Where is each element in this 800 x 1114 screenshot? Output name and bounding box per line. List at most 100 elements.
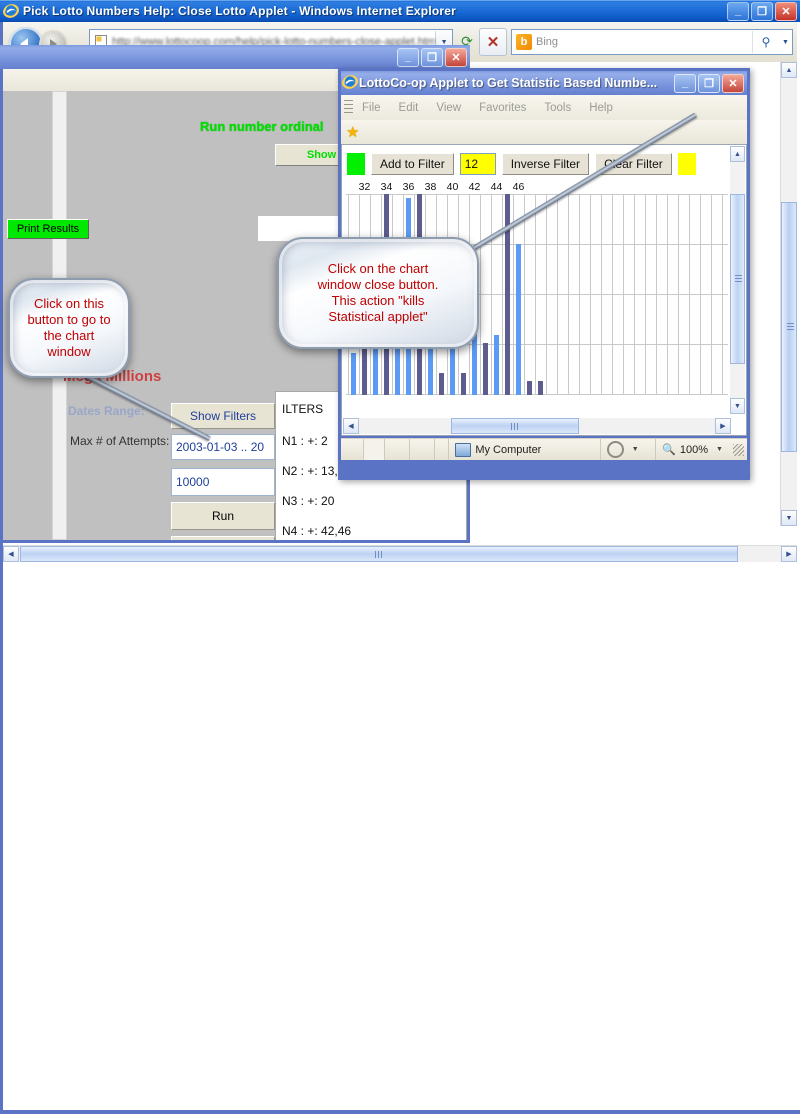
security-zone-indicator[interactable]: My Computer [449,439,601,460]
chart-window-controls: _ ❐ ✕ [674,73,747,93]
axis-tick-label: 42 [468,181,481,193]
list-item: N4 : +: 42,46 [282,524,352,538]
search-provider-chevron-icon[interactable]: ▼ [779,31,792,53]
to-chart-window-button[interactable]: To Chart Window [171,536,275,540]
security-zone-label: My Computer [475,443,542,456]
scroll-right-icon[interactable]: ▶ [781,546,797,562]
search-icon[interactable]: ⚲ [752,31,779,53]
chart-window-title: LottoCo-op Applet to Get Statistic Based… [359,76,658,90]
status-cell [364,439,386,460]
resize-grip-icon[interactable] [732,443,745,456]
protected-mode-indicator[interactable]: ▼ [601,439,657,460]
minimize-button[interactable]: _ [674,73,696,93]
vertical-scroll-thumb[interactable] [730,194,745,364]
chart-bar[interactable] [461,373,466,395]
restore-button[interactable]: ❐ [751,1,773,21]
lock-icon [606,441,624,458]
menu-item-help[interactable]: Help [580,102,622,114]
grid-line-horizontal [346,194,728,195]
dates-range-label: Dates Range: [68,404,145,418]
list-item: N3 : +: 20 [282,494,335,508]
axis-tick-label: 34 [380,181,393,193]
scroll-down-icon[interactable]: ▼ [730,398,745,414]
chart-bar[interactable] [439,373,444,395]
page-horizontal-scrollbar[interactable]: ◀ ▶ [3,545,797,562]
add-to-filter-button[interactable]: Add to Filter [371,153,454,175]
status-cell [410,439,436,460]
menu-item-edit[interactable]: Edit [390,102,428,114]
yellow-color-swatch[interactable] [677,153,696,175]
close-button[interactable]: ✕ [445,47,467,67]
close-button[interactable]: ✕ [775,1,797,21]
inverse-filter-button[interactable]: Inverse Filter [501,153,590,175]
chart-bar[interactable] [516,244,521,395]
restore-button[interactable]: ❐ [698,73,720,93]
applet-horizontal-scrollbar[interactable]: ◀ ▶ [343,418,731,434]
scroll-right-icon[interactable]: ▶ [715,418,731,434]
run-button[interactable]: Run [171,502,275,530]
axis-tick-label: 40 [446,181,459,193]
ie-window-controls: _ ❐ ✕ [727,1,800,21]
menu-item-view[interactable]: View [427,102,470,114]
run-ordinal-heading: Run number ordinal [200,119,324,134]
axis-tick-label: 38 [424,181,437,193]
close-button[interactable]: ✕ [722,73,744,93]
status-cell [435,439,450,460]
scroll-up-icon[interactable]: ▲ [730,146,745,162]
chart-bar[interactable] [527,381,532,395]
ie-window-title: Pick Lotto Numbers Help: Close Lotto App… [23,4,457,18]
list-item: N1 : +: 2 [282,434,328,448]
vertical-scroll-thumb[interactable] [781,202,797,452]
scroll-left-icon[interactable]: ◀ [343,418,359,434]
menu-item-favorites[interactable]: Favorites [470,102,535,114]
page-vertical-scrollbar[interactable]: ▲ ▼ [780,62,797,526]
chart-window-favorites-bar: ★ [341,120,747,144]
scroll-thumb-grip [375,551,383,558]
chart-bar[interactable] [538,381,543,395]
status-cell [385,439,411,460]
scroll-down-icon[interactable]: ▼ [781,510,797,526]
restore-button[interactable]: ❐ [421,47,443,67]
chart-bar[interactable] [483,343,488,395]
mid-window-controls: _ ❐ ✕ [397,47,470,67]
chart-bar[interactable] [494,335,499,395]
menu-grip-icon[interactable] [344,99,353,116]
mid-window-titlebar[interactable]: _ ❐ ✕ [0,45,470,69]
filters-list-header: ILTERS [282,402,324,416]
search-input[interactable]: Bing [536,36,752,48]
ie-titlebar[interactable]: Pick Lotto Numbers Help: Close Lotto App… [0,0,800,22]
minimize-button[interactable]: _ [727,1,749,21]
chart-window-statusbar: My Computer ▼ 🔍 100% ▼ [341,438,747,460]
chevron-down-icon[interactable]: ▼ [628,446,643,453]
star-icon[interactable]: ★ [346,123,359,141]
dates-range-input[interactable]: 2003-01-03 .. 20 [171,434,275,460]
chart-window-titlebar[interactable]: LottoCo-op Applet to Get Statistic Based… [341,71,747,95]
zoom-control[interactable]: 🔍 100% ▼ [656,439,733,460]
filter-toolbar: Add to Filter 12 Inverse Filter Clear Fi… [342,149,733,179]
scroll-up-icon[interactable]: ▲ [781,62,797,78]
search-box[interactable]: b Bing ⚲ ▼ [511,29,793,55]
horizontal-scroll-thumb[interactable] [20,546,738,562]
horizontal-scroll-thumb[interactable] [451,418,579,434]
menu-item-tools[interactable]: Tools [535,102,580,114]
max-attempts-label: Max # of Attempts: [70,434,170,448]
stop-icon[interactable]: ✕ [479,28,507,56]
chevron-down-icon[interactable]: ▼ [712,446,727,453]
chart-x-axis-labels: 32 34 36 38 40 42 44 46 [346,181,728,194]
print-results-button[interactable]: Print Results [7,219,89,239]
scroll-left-icon[interactable]: ◀ [3,546,19,562]
zoom-level-label: 100% [679,443,708,456]
internet-explorer-icon [341,73,359,94]
green-color-swatch[interactable] [347,153,365,175]
bing-icon: b [516,34,532,50]
menu-item-file[interactable]: File [353,102,390,114]
minimize-button[interactable]: _ [397,47,419,67]
chart-bar[interactable] [351,353,356,395]
scroll-thumb-grip [787,323,794,331]
callout-close-chart-window: Click on the chart window close button. … [277,237,479,349]
status-cell [341,439,365,460]
max-attempts-input[interactable]: 10000 [171,468,275,496]
applet-vertical-scrollbar[interactable]: ▲ ▼ [730,146,745,414]
zoom-icon: 🔍 [662,444,676,456]
filter-number-input[interactable]: 12 [459,153,496,175]
